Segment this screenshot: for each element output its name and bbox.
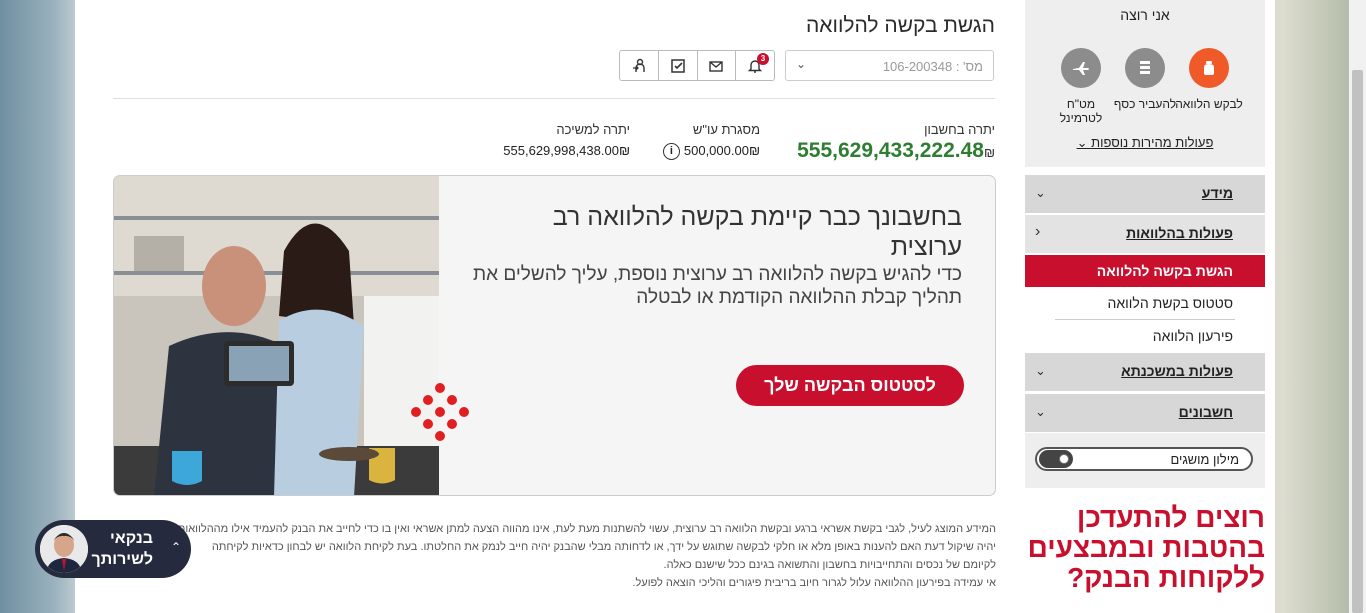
nav-submit-loan-request-label: הגשת בקשה להלוואה xyxy=(1096,263,1233,279)
glossary-label: מילון מושגים xyxy=(1170,452,1239,467)
balance-account-label: יתרה בחשבון xyxy=(924,122,995,137)
envelope-icon xyxy=(709,60,724,72)
brand-dots-icon xyxy=(411,383,469,441)
nav-loan-repayment-label: פירעון הלוואה xyxy=(1152,328,1233,344)
quick-action-label: לבקש הלוואה xyxy=(1175,97,1243,111)
nav-loan-repayment[interactable]: פירעון הלוואה xyxy=(1025,320,1265,352)
person-transfer-icon xyxy=(632,58,645,72)
messages-button[interactable] xyxy=(696,51,736,80)
quick-actions-panel: אני רוצה לבקש הלוואה להעביר כסף מט"ח לטר… xyxy=(1025,0,1265,167)
chat-label: בנקאי לשירותך xyxy=(91,530,153,568)
quick-action-transfer[interactable]: להעביר כסף xyxy=(1110,48,1180,111)
chevron-down-icon: ⌄ xyxy=(1035,185,1046,200)
notifications-button[interactable]: 3 xyxy=(735,51,774,80)
banker-chat-widget[interactable]: בנקאי לשירותך ⌃ xyxy=(35,520,191,578)
toggle-knob xyxy=(1039,450,1073,468)
request-status-button[interactable]: לסטטוס הבקשה שלך xyxy=(736,365,964,406)
nav-loan-request-status-label: סטטוס בקשת הלוואה xyxy=(1107,295,1233,311)
card-heading: בחשבונך כבר קיימת בקשה להלוואה רב ערוצית xyxy=(552,203,962,261)
nav-loan-actions[interactable]: פעולות בהלוואות ‹ xyxy=(1025,215,1265,253)
existing-request-card: בחשבונך כבר קיימת בקשה להלוואה רב ערוצית… xyxy=(113,175,996,496)
nav-submit-loan-request[interactable]: הגשת בקשה להלוואה xyxy=(1025,255,1265,287)
balance-credit: מסגרת עו"ש 500,000.00₪i xyxy=(662,122,760,161)
chevron-up-icon[interactable]: ⌃ xyxy=(171,540,181,554)
checkbox-icon xyxy=(670,58,685,73)
account-select[interactable]: מס' : 106-200348 ⌄ xyxy=(785,50,994,81)
nav-loan-actions-label: פעולות בהלוואות xyxy=(1126,225,1233,241)
divider xyxy=(113,98,995,99)
quick-action-label: מט"ח לטרמינל xyxy=(1059,97,1103,125)
disclaimer-line: המידע המוצג לעיל, לגבי בקשת אשראי ברגע ו… xyxy=(177,523,996,535)
scrollbar-thumb[interactable] xyxy=(1352,70,1363,613)
chevron-down-icon: ⌄ xyxy=(796,57,807,71)
promo-banner[interactable]: רוצים להתעדכן בהטבות ובמבצעים ללקוחות הב… xyxy=(1025,503,1265,593)
tasks-button[interactable] xyxy=(657,51,697,80)
toolbar-icons: 3 xyxy=(619,50,775,81)
quick-action-forex[interactable]: מט"ח לטרמינל xyxy=(1046,48,1116,125)
balance-account: יתרה בחשבון 555,629,433,222.48₪ xyxy=(797,122,995,163)
quick-action-label: להעביר כסף xyxy=(1113,97,1177,111)
nav-accounts[interactable]: חשבונים ⌄ xyxy=(1025,394,1265,432)
disclaimer-line: לקיומם של נכסים והתחייבויות בחשבון והתשו… xyxy=(663,559,996,571)
disclaimer-line: יהיה שיקול דעת האם להענות באופן מלא או ח… xyxy=(211,541,996,553)
page-title: הגשת בקשה להלוואה xyxy=(806,14,995,37)
nav-info-label: מידע xyxy=(1201,185,1233,201)
chevron-down-icon: ⌄ xyxy=(1035,404,1046,419)
info-icon[interactable]: i xyxy=(662,143,680,161)
page-scrollbar[interactable] xyxy=(1349,0,1366,613)
balance-withdraw-label: יתרה למשיכה xyxy=(556,122,630,137)
chevron-down-icon: ⌄ xyxy=(1035,363,1046,378)
disclaimer-line: אי עמידה בפירעון ההלוואה עלול לגרור חיוב… xyxy=(632,577,996,589)
balance-credit-label: מסגרת עו"ש xyxy=(692,122,760,137)
balance-withdraw: יתרה למשיכה 555,629,998,438.00₪ xyxy=(503,122,630,158)
stack-icon xyxy=(1125,48,1165,88)
balance-withdraw-value: 555,629,998,438.00₪ xyxy=(503,143,630,158)
glossary-panel: מילון מושגים xyxy=(1025,433,1265,488)
quick-actions-title: אני רוצה xyxy=(1120,7,1170,23)
balance-credit-value: 500,000.00₪i xyxy=(662,143,760,161)
nav-info[interactable]: מידע ⌄ xyxy=(1025,175,1265,213)
disclaimer: המידע המוצג לעיל, לגבי בקשת אשראי ברגע ו… xyxy=(113,520,996,592)
notification-badge: 3 xyxy=(757,53,769,65)
card-body: כדי להגיש בקשה להלוואה רב ערוצית נוספת, … xyxy=(473,264,962,308)
banker-avatar xyxy=(40,525,88,573)
transfer-person-button[interactable] xyxy=(620,51,658,80)
chevron-left-icon: ‹ xyxy=(1035,223,1041,240)
balance-account-value: 555,629,433,222.48₪ xyxy=(797,139,995,162)
nav-loan-request-status[interactable]: סטטוס בקשת הלוואה xyxy=(1025,287,1265,319)
couple-photo xyxy=(114,176,439,495)
money-bag-icon xyxy=(1189,48,1229,88)
nav-mortgage[interactable]: פעולות במשכנתא ⌄ xyxy=(1025,353,1265,391)
glossary-toggle[interactable]: מילון מושגים xyxy=(1035,447,1253,471)
plane-icon xyxy=(1061,48,1101,88)
nav-mortgage-label: פעולות במשכנתא xyxy=(1121,363,1233,379)
quick-action-loan[interactable]: לבקש הלוואה xyxy=(1174,48,1244,111)
account-select-value: מס' : 106-200348 xyxy=(882,59,983,74)
more-quick-actions-link[interactable]: פעולות מהירות נוספות ⌄ xyxy=(1025,135,1265,151)
nav-accounts-label: חשבונים xyxy=(1178,404,1233,420)
